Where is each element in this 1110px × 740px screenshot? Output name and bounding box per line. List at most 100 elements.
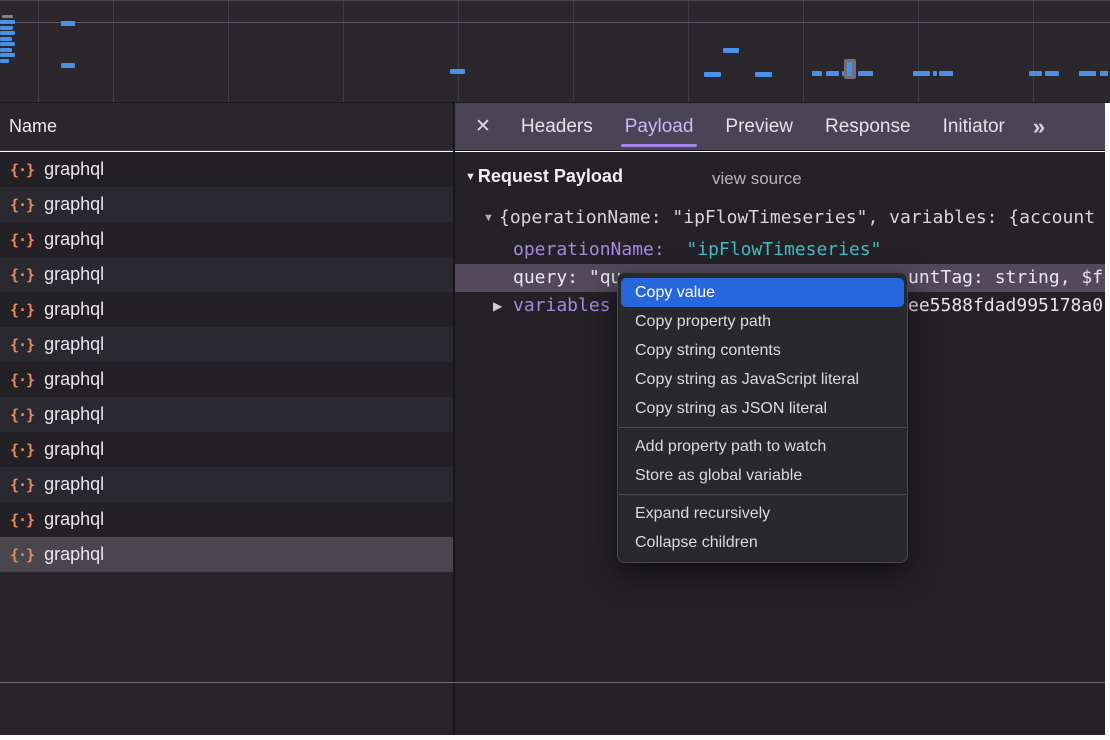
tab-response[interactable]: Response [825,103,911,150]
braces-json-icon: {·} [10,511,34,529]
braces-json-icon: {·} [10,161,34,179]
request-name-label: graphql [44,474,104,495]
braces-json-icon: {·} [10,301,34,319]
waterfall-bar [723,48,739,53]
expanded-triangle-icon[interactable]: ▼ [483,204,494,232]
braces-json-icon: {·} [10,231,34,249]
request-row[interactable]: {·} graphql [0,397,453,432]
waterfall-bar [0,26,13,30]
menu-item-copy-string-as-javascript-literal[interactable]: Copy string as JavaScript literal [618,365,907,394]
tab-initiator[interactable]: Initiator [943,103,1005,150]
waterfall-bar [1029,71,1042,76]
waterfall-bar [450,69,465,74]
context-menu: Copy valueCopy property pathCopy string … [617,272,908,563]
tab-preview[interactable]: Preview [725,103,793,150]
property-key: operationName: [513,239,665,260]
request-name-label: graphql [44,439,104,460]
waterfall-bar [933,71,937,76]
operation-name-row[interactable]: operationName: "ipFlowTimeseries" [455,236,1105,264]
request-name-label: graphql [44,544,104,565]
network-overview-timeline[interactable] [0,0,1110,103]
variables-row-right-text: ee5588fdad995178a0 [908,292,1103,320]
menu-item-copy-property-path[interactable]: Copy property path [618,307,907,336]
braces-json-icon: {·} [10,371,34,389]
menu-item-copy-string-contents[interactable]: Copy string contents [618,336,907,365]
property-key: variables [513,292,611,320]
waterfall-bar [0,42,15,46]
waterfall-bar [939,71,953,76]
waterfall-bar [858,71,873,76]
request-name-label: graphql [44,194,104,215]
request-row[interactable]: {·}graphql [0,257,453,292]
request-row[interactable]: {·} graphql [0,292,453,327]
menu-separator [619,494,906,495]
page-background-strip [0,735,1110,740]
waterfall-bar [704,72,721,77]
bottom-separator [0,682,1105,683]
request-list-empty-area [0,572,453,735]
request-row[interactable]: {·} graphql [0,432,453,467]
name-column-header[interactable]: Name [0,103,453,151]
request-row[interactable]: {·}graphql [0,327,453,362]
waterfall-bar [61,21,75,26]
close-icon[interactable]: ✕ [475,115,491,138]
waterfall-bar [0,31,15,35]
menu-item-copy-value[interactable]: Copy value [621,278,904,307]
tab-headers[interactable]: Headers [521,103,593,150]
waterfall-bar [1079,71,1096,76]
overview-selected-request-marker[interactable] [844,59,856,79]
menu-item-copy-string-as-json-literal[interactable]: Copy string as JSON literal [618,394,907,423]
query-row-right-text: untTag: string, $f [908,264,1103,292]
request-name-label: graphql [44,404,104,425]
property-value-string: "ipFlowTimeseries" [686,239,881,260]
menu-item-store-as-global-variable[interactable]: Store as global variable [618,461,907,490]
waterfall-bar [847,62,852,76]
waterfall-bar [2,15,13,18]
request-name-label: graphql [44,299,104,320]
braces-json-icon: {·} [10,476,34,494]
page-background-strip [1105,103,1110,740]
waterfall-bar [0,20,15,24]
more-tabs-icon[interactable]: » [1033,114,1043,140]
devtools-network-panel: Name ✕ Headers Payload Preview Response Init… [0,0,1110,740]
tab-payload[interactable]: Payload [625,103,694,150]
request-row[interactable]: {·} graphql [0,362,453,397]
request-name-label: graphql [44,159,104,180]
request-row[interactable]: {·}graphql [0,222,453,257]
braces-json-icon: {·} [10,406,34,424]
waterfall-bar [1100,71,1108,76]
braces-json-icon: {·} [10,546,34,564]
request-name-label: graphql [44,369,104,390]
section-expanded-triangle-icon[interactable]: ▼ [465,171,476,183]
name-column-label: Name [9,116,57,137]
query-row-left-text: query: "qu [513,264,621,292]
view-source-link[interactable]: view source [712,169,802,189]
waterfall-bar [0,59,9,63]
waterfall-bar [826,71,839,76]
waterfall-bar [0,48,12,52]
request-name-label: graphql [44,334,104,355]
waterfall-bar [812,71,822,76]
request-row[interactable]: {·} graphql [0,187,453,222]
payload-object-preview: {operationName: "ipFlowTimeseries", vari… [499,204,1095,232]
menu-item-add-property-path-to-watch[interactable]: Add property path to watch [618,432,907,461]
request-payload-section-header[interactable]: ▼ Request Payload [465,166,623,187]
waterfall-bar [0,37,12,41]
waterfall-bar [913,71,930,76]
menu-item-collapse-children[interactable]: Collapse children [618,528,907,557]
collapsed-triangle-icon[interactable]: ▶ [493,292,502,320]
request-row[interactable]: {·} graphql [0,467,453,502]
waterfall-bar [61,63,75,68]
waterfall-bar [0,53,15,57]
request-payload-title: Request Payload [478,166,623,187]
payload-root-row[interactable]: ▼ {operationName: "ipFlowTimeseries", va… [455,204,1105,232]
request-list: {·} graphql {·} graphql {·} graphql {·} graphql… [0,152,453,572]
menu-item-expand-recursively[interactable]: Expand recursively [618,499,907,528]
braces-json-icon: {·} [10,441,34,459]
request-row[interactable]: {·}graphql [0,502,453,537]
request-row[interactable]: {·} graphql [0,537,453,572]
request-row[interactable]: {·} graphql [0,152,453,187]
braces-json-icon: {·} [10,196,34,214]
detail-tab-bar: ✕ Headers Payload Preview Response Initiator… [455,103,1105,151]
waterfall-bar [1045,71,1059,76]
